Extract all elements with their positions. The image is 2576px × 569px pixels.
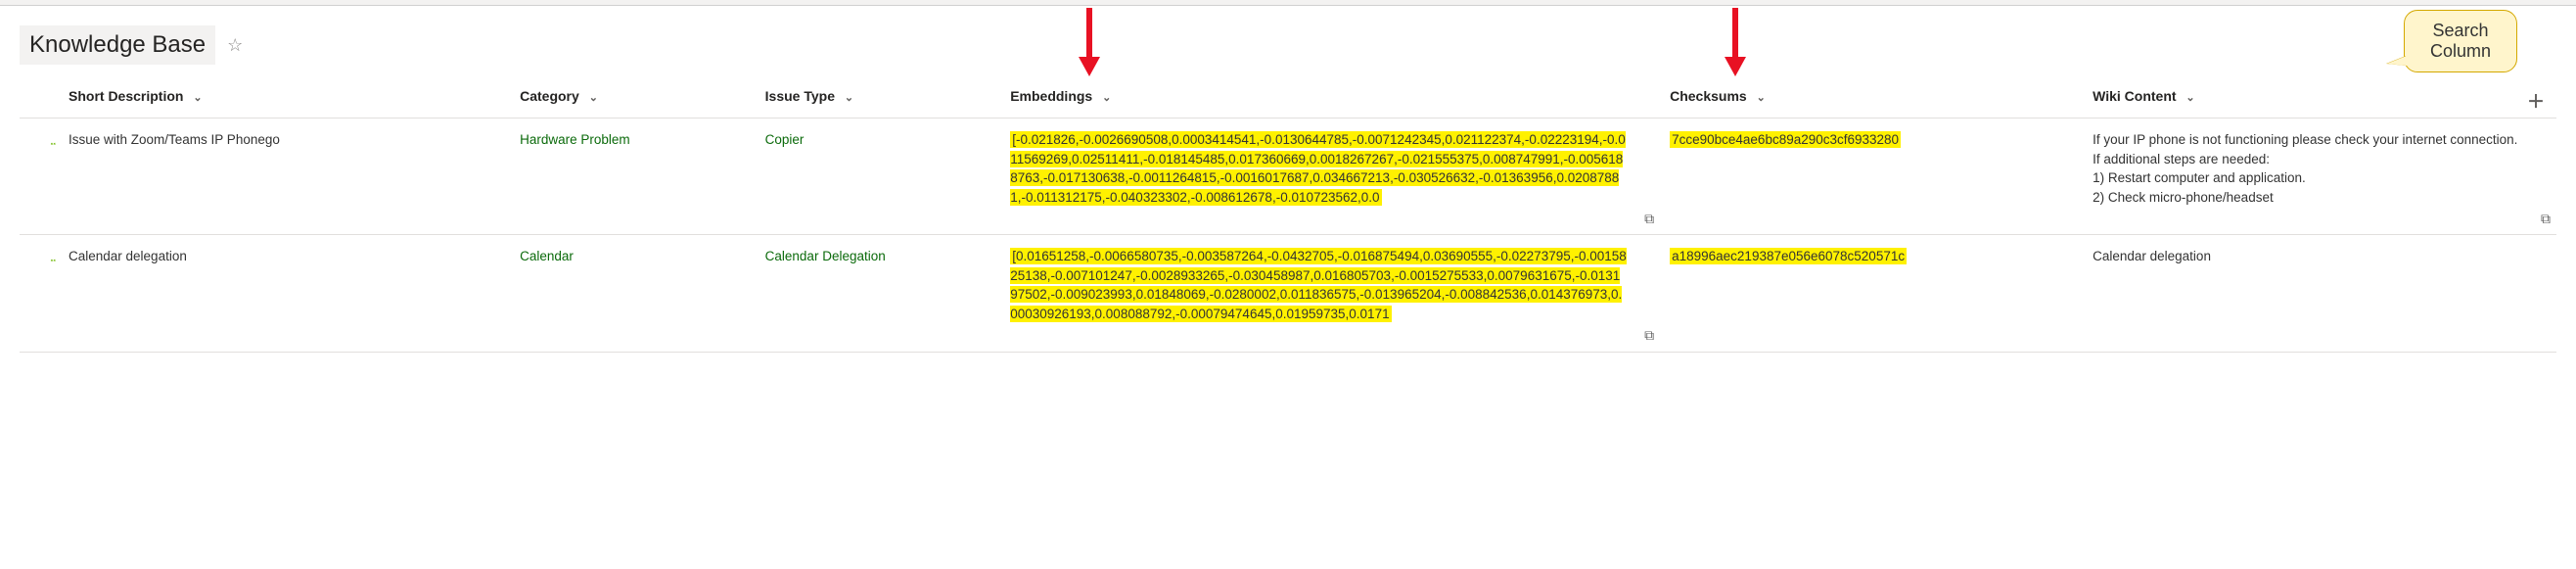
chevron-down-icon: ⌄ xyxy=(845,91,853,104)
embeddings-cell: [-0.021826,-0.0026690508,0.0003414541,-0… xyxy=(1010,131,1626,206)
wiki-content-cell: Calendar delegation xyxy=(2093,247,2523,266)
table-row[interactable]: ⸼⸼ Issue with Zoom/Teams IP Phonego Hard… xyxy=(20,119,2556,235)
popout-icon[interactable]: ⧉ xyxy=(2541,209,2551,228)
status-tick-icon: ⸼⸼ xyxy=(51,132,57,144)
col-short-description[interactable]: Short Description ⌄ xyxy=(20,74,510,119)
callout-line2: Column xyxy=(2430,41,2491,62)
wiki-content-cell: If your IP phone is not functioning plea… xyxy=(2093,130,2523,207)
short-description-cell: ⸼⸼ Issue with Zoom/Teams IP Phonego xyxy=(69,132,280,147)
issue-type-link[interactable]: Copier xyxy=(765,132,805,147)
short-description-cell: ⸼⸼ Calendar delegation xyxy=(69,249,187,263)
page-header: Knowledge Base ☆ Search Column xyxy=(0,6,2576,74)
table-row[interactable]: ⸼⸼ Calendar delegation Calendar Calendar… xyxy=(20,235,2556,352)
status-tick-icon: ⸼⸼ xyxy=(51,249,57,261)
page-title: Knowledge Base xyxy=(20,25,215,65)
col-embeddings[interactable]: Embeddings ⌄ xyxy=(1000,74,1660,119)
embeddings-cell: [0.01651258,-0.0066580735,-0.003587264,-… xyxy=(1010,248,1627,322)
add-column-icon[interactable]: ＋ xyxy=(2527,88,2545,114)
checksum-cell: 7cce90bce4ae6bc89a290c3cf6933280 xyxy=(1670,131,1901,148)
favorite-star-icon[interactable]: ☆ xyxy=(227,35,243,56)
popout-icon[interactable]: ⧉ xyxy=(1644,325,1654,345)
col-checksums[interactable]: Checksums ⌄ xyxy=(1660,74,2083,119)
chevron-down-icon: ⌄ xyxy=(1757,91,1766,104)
popout-icon[interactable]: ⧉ xyxy=(1644,209,1654,228)
col-wiki-content[interactable]: Wiki Content ⌄ ＋ xyxy=(2083,74,2556,119)
knowledge-base-table: Short Description ⌄ Category ⌄ Issue Typ… xyxy=(20,74,2556,353)
issue-type-link[interactable]: Calendar Delegation xyxy=(765,249,886,263)
callout-line1: Search xyxy=(2430,21,2491,41)
col-issue-type[interactable]: Issue Type ⌄ xyxy=(756,74,1001,119)
category-link[interactable]: Hardware Problem xyxy=(520,132,630,147)
chevron-down-icon: ⌄ xyxy=(589,91,598,104)
category-link[interactable]: Calendar xyxy=(520,249,574,263)
col-category[interactable]: Category ⌄ xyxy=(510,74,756,119)
search-column-callout: Search Column xyxy=(2404,10,2517,72)
checksum-cell: a18996aec219387e056e6078c520571c xyxy=(1670,248,1907,264)
chevron-down-icon: ⌄ xyxy=(1102,91,1111,104)
chevron-down-icon: ⌄ xyxy=(193,91,202,104)
chevron-down-icon: ⌄ xyxy=(2185,91,2194,104)
